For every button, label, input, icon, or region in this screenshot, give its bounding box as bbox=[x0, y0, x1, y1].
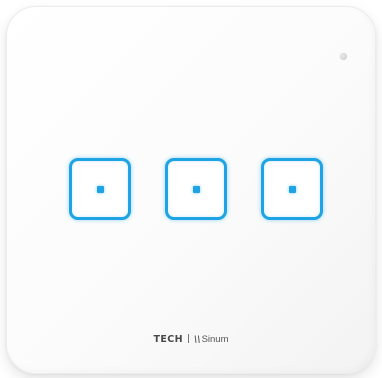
sub-brand-name: Sinum bbox=[201, 334, 229, 345]
status-led-icon bbox=[340, 53, 347, 60]
touch-dot-icon bbox=[96, 185, 104, 193]
touch-dot-icon bbox=[288, 185, 296, 193]
touch-button-2[interactable] bbox=[165, 158, 227, 220]
brand-logo: TECH \\Sinum bbox=[0, 334, 382, 346]
touch-button-3[interactable] bbox=[261, 158, 323, 220]
touch-button-1[interactable] bbox=[69, 158, 131, 220]
brand-name: TECH bbox=[153, 334, 183, 345]
sinum-logo-icon: \\ bbox=[193, 335, 201, 345]
brand-separator bbox=[187, 334, 189, 343]
touch-dot-icon bbox=[192, 185, 200, 193]
product-photo: TECH \\Sinum bbox=[0, 0, 382, 378]
